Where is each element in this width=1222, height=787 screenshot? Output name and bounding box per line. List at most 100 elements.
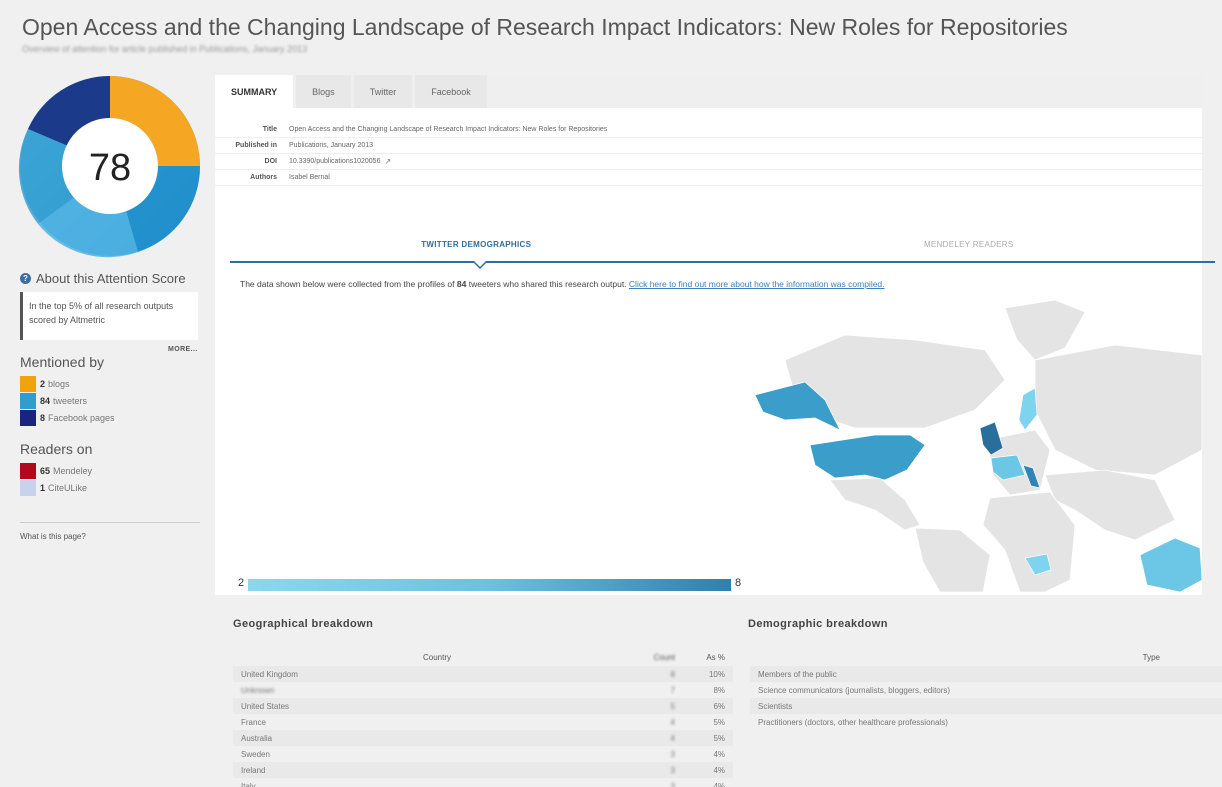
page-subtitle: Overview of attention for article publis… (22, 44, 308, 54)
pct-cell: 10% (708, 669, 725, 679)
table-row: Members of the public (750, 666, 1222, 682)
demo-table: Type Members of the public Science commun… (750, 648, 1222, 730)
mention-tweeters[interactable]: 84 tweeters (20, 393, 87, 409)
world-map[interactable] (755, 300, 1202, 592)
pct-cell: 4% (713, 781, 725, 787)
tweeters-label: tweeters (53, 396, 88, 406)
citeulike-label: CiteULike (48, 483, 88, 493)
reader-citeulike[interactable]: 1 CiteULike (20, 480, 87, 496)
count-cell: 4 (670, 717, 675, 727)
geo-breakdown-heading: Geographical breakdown (233, 618, 374, 630)
sidebar-divider (20, 522, 200, 523)
map-united-states (809, 434, 926, 481)
count-cell: 3 (670, 781, 675, 787)
demographics-tabs: TWITTER DEMOGRAPHICS MENDELEY READERS (230, 233, 1215, 263)
page-title: Open Access and the Changing Landscape o… (22, 14, 1068, 40)
mentioned-by-heading: Mentioned by (20, 354, 105, 370)
tab-mendeley-readers[interactable]: MENDELEY READERS (723, 233, 1216, 261)
tab-blogs[interactable]: Blogs (296, 75, 351, 108)
map-south-america (914, 527, 991, 592)
table-row: Unknown 7 8% (233, 682, 733, 698)
table-row: Scientists (750, 698, 1222, 714)
pct-cell: 8% (713, 685, 725, 695)
tab-summary[interactable]: SUMMARY (215, 75, 294, 108)
geo-table-header: Country Count As % (233, 648, 733, 666)
count-cell: 5 (670, 701, 675, 711)
mendeley-swatch (20, 463, 36, 479)
col-type[interactable]: Type (750, 648, 1222, 666)
readers-on-heading: Readers on (20, 441, 93, 457)
blogs-swatch (20, 376, 36, 392)
what-is-page-link[interactable]: What is this page? (20, 532, 86, 541)
tab-twitter-demographics[interactable]: TWITTER DEMOGRAPHICS (230, 233, 723, 261)
main-panel: SUMMARY Blogs Twitter Facebook Title Ope… (215, 75, 1215, 595)
mendeley-count: 65 (40, 466, 51, 476)
map-greenland (1004, 300, 1086, 361)
reader-mendeley[interactable]: 65 Mendeley (20, 463, 92, 479)
info-row-doi: DOI 10.3390/publications1020056 ↗ (215, 154, 1202, 170)
count-cell: 3 (670, 765, 675, 775)
geo-table: Country Count As % United Kingdom 8 10% Unk… (233, 648, 733, 787)
country-cell: Italy (241, 781, 256, 787)
country-cell: United States (241, 701, 290, 711)
citeulike-count: 1 (40, 483, 46, 493)
country-cell: France (241, 717, 266, 727)
tweeters-swatch (20, 393, 36, 409)
citeulike-swatch (20, 480, 36, 496)
score-value: 78 (89, 147, 131, 189)
note-count: 84 (456, 279, 467, 289)
info-icon: ? (20, 273, 31, 284)
col-pct[interactable]: As % (681, 653, 733, 662)
tab-twitter[interactable]: Twitter (353, 75, 413, 108)
doi-link[interactable]: 10.3390/publications1020056 ↗ (283, 157, 391, 166)
external-link-icon[interactable]: ↗ (384, 157, 391, 166)
mention-facebook[interactable]: 8 Facebook pages (20, 410, 115, 426)
col-count[interactable]: Count (633, 653, 681, 662)
country-cell: Australia (241, 733, 273, 743)
about-score-label: About this Attention Score (36, 271, 186, 286)
scale-max-label: 8 (735, 577, 742, 589)
altmetric-donut[interactable]: 78 (18, 74, 203, 259)
table-row: Australia 4 5% (233, 730, 733, 746)
table-row: Ireland 3 4% (233, 762, 733, 778)
demographic-breakdown-heading: Demographic breakdown (748, 618, 888, 630)
country-cell: United Kingdom (241, 669, 298, 679)
title-value: Open Access and the Changing Landscape o… (289, 126, 608, 133)
data-note: The data shown below were collected from… (240, 279, 885, 289)
facebook-swatch (20, 410, 36, 426)
tab-facebook[interactable]: Facebook (415, 75, 487, 108)
count-cell: 8 (670, 669, 675, 679)
doi-value[interactable]: 10.3390/publications1020056 (289, 158, 380, 165)
count-cell: 4 (670, 733, 675, 743)
map-russia (1034, 344, 1202, 476)
facebook-label: Facebook pages (48, 413, 115, 423)
country-cell: Unknown (241, 685, 275, 695)
more-link[interactable]: MORE... (168, 346, 198, 353)
info-row-published: Published in Publications, January 2013 (215, 138, 1202, 154)
map-australia (1139, 537, 1202, 592)
note-suffix: tweeters who shared this research output… (468, 279, 627, 289)
info-row-title: Title Open Access and the Changing Lands… (215, 122, 1202, 138)
about-score-link[interactable]: ? About this Attention Score (20, 271, 210, 286)
pct-cell: 4% (713, 765, 725, 775)
table-row: United Kingdom 8 10% (233, 666, 733, 682)
pct-cell: 6% (713, 701, 725, 711)
authors-value: Isabel Bernal (289, 174, 330, 181)
pct-cell: 5% (713, 717, 725, 727)
blogs-count: 2 (40, 379, 46, 389)
map-mexico (829, 477, 921, 531)
country-cell: Ireland (241, 765, 266, 775)
mention-blogs[interactable]: 2 blogs (20, 376, 70, 392)
doi-label: DOI (264, 158, 277, 165)
published-label: Published in (235, 142, 277, 149)
compiled-info-link[interactable]: Click here to find out more about how th… (629, 279, 885, 289)
scale-min-label: 2 (238, 577, 245, 589)
col-country[interactable]: Country (233, 653, 633, 662)
table-row: Italy 3 4% (233, 778, 733, 787)
count-cell: 7 (670, 685, 675, 695)
blogs-label: blogs (48, 379, 70, 389)
title-label: Title (262, 126, 277, 133)
pct-cell: 5% (713, 733, 725, 743)
map-africa (982, 491, 1076, 592)
pct-cell: 4% (713, 749, 725, 759)
